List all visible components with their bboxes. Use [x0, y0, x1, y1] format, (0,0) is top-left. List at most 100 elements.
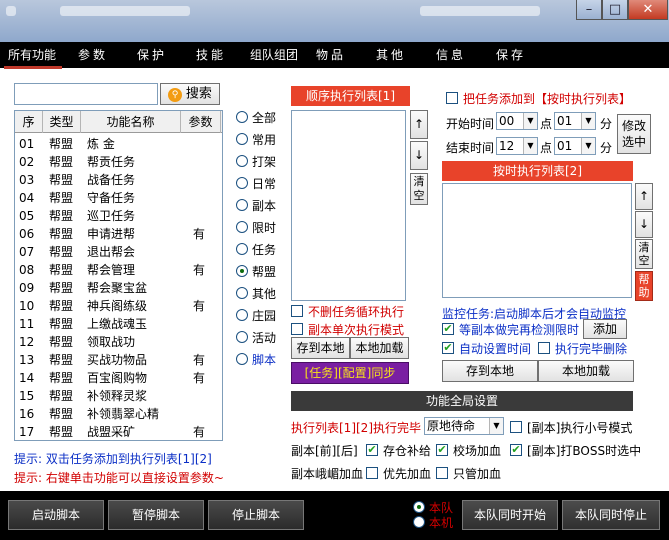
tab-protect[interactable]: 保护	[137, 42, 167, 68]
sync-button[interactable]: [任务][配置]同步	[291, 362, 409, 384]
tab-skills[interactable]: 技能	[196, 42, 226, 68]
table-row[interactable]: 06 帮盟 申请进帮 有	[15, 225, 222, 243]
maximize-button[interactable]: □	[602, 0, 628, 20]
search-button[interactable]: ⚲ 搜索	[160, 83, 220, 105]
team-start-button[interactable]: 本队同时开始	[462, 500, 558, 530]
table-row[interactable]: 03 帮盟 战备任务	[15, 171, 222, 189]
checkbox-priority-boost[interactable]	[366, 467, 378, 479]
cell-name: 帮会管理	[87, 263, 136, 277]
start-minute-value: 01	[557, 114, 573, 128]
checkbox-delete-done[interactable]	[538, 342, 550, 354]
team-stop-button[interactable]: 本队同时停止	[562, 500, 660, 530]
table-row[interactable]: 12 帮盟 领取战功	[15, 333, 222, 351]
table-row[interactable]: 15 帮盟 补领释灵浆	[15, 387, 222, 405]
checkbox-boss-select[interactable]: ✔	[510, 444, 522, 456]
seq-clear-button[interactable]: 清空	[410, 173, 428, 205]
checkbox-auto-time[interactable]: ✔	[442, 342, 454, 354]
category-radio[interactable]	[236, 287, 248, 299]
table-row[interactable]: 14 帮盟 百宝阁购物 有	[15, 369, 222, 387]
table-row[interactable]: 02 帮盟 帮贡任务	[15, 153, 222, 171]
checkbox-small-mode[interactable]	[510, 421, 522, 433]
checkbox-warehouse[interactable]: ✔	[366, 444, 378, 456]
checkbox-single[interactable]	[291, 323, 303, 335]
timed-save-button[interactable]: 存到本地	[442, 360, 538, 382]
category-radio[interactable]	[236, 331, 248, 343]
seq-move-down-button[interactable]: ↓	[410, 141, 428, 170]
category-radio[interactable]	[236, 111, 248, 123]
cell-param	[193, 387, 221, 405]
cell-type: 帮盟	[49, 353, 74, 367]
checkbox-wait-dungeon[interactable]: ✔	[442, 323, 454, 335]
tab-team[interactable]: 组队组团	[250, 42, 298, 68]
cell-param: 有	[193, 371, 206, 385]
category-radio[interactable]	[236, 133, 248, 145]
start-script-button[interactable]: 启动脚本	[8, 500, 104, 530]
cell-type: 帮盟	[49, 335, 74, 349]
table-row[interactable]: 13 帮盟 买战功物品 有	[15, 351, 222, 369]
seq-list-box[interactable]	[291, 110, 406, 301]
timed-move-up-button[interactable]: ↑	[635, 183, 653, 210]
stop-script-button[interactable]: 停止脚本	[208, 500, 304, 530]
category-radio[interactable]	[236, 243, 248, 255]
add-monitor-button[interactable]: 添加	[583, 319, 627, 339]
start-minute-select[interactable]: 01 ▼	[554, 112, 596, 130]
start-hour-select[interactable]: 00 ▼	[496, 112, 538, 130]
table-row[interactable]: 07 帮盟 退出帮会	[15, 243, 222, 261]
tab-items[interactable]: 物品	[316, 42, 346, 68]
tab-info[interactable]: 信息	[436, 42, 466, 68]
col-header-param: 参数	[181, 111, 221, 133]
timed-move-down-button[interactable]: ↓	[635, 211, 653, 238]
tab-all-functions[interactable]: 所有功能	[8, 42, 56, 68]
table-row[interactable]: 01 帮盟炼 金	[15, 135, 222, 153]
table-row[interactable]: 16 帮盟 补领翡翠心精	[15, 405, 222, 423]
minimize-button[interactable]: –	[576, 0, 602, 20]
radio-team[interactable]	[413, 501, 425, 513]
cell-name: 领取战功	[87, 335, 136, 349]
category-label: 任务	[252, 243, 277, 257]
category-radio[interactable]	[236, 177, 248, 189]
seq-save-button[interactable]: 存到本地	[291, 337, 350, 359]
category-radio[interactable]	[236, 309, 248, 321]
table-row[interactable]: 10 帮盟 神兵阁练级 有	[15, 297, 222, 315]
category-radio[interactable]	[236, 353, 248, 365]
table-row[interactable]: 17 帮盟 战盟采矿 有	[15, 423, 222, 440]
checkbox-loop[interactable]	[291, 305, 303, 317]
table-row[interactable]: 04 帮盟 守备任务	[15, 189, 222, 207]
category-radio[interactable]	[236, 221, 248, 233]
table-row[interactable]: 08 帮盟 帮会管理 有	[15, 261, 222, 279]
table-row[interactable]: 09 帮盟 帮会聚宝盆	[15, 279, 222, 297]
category-radio[interactable]	[236, 265, 248, 277]
timed-clear-button[interactable]: 清空	[635, 239, 653, 269]
checkbox-field-boost[interactable]: ✔	[436, 444, 448, 456]
close-button[interactable]: ✕	[628, 0, 668, 20]
pause-script-button[interactable]: 暂停脚本	[108, 500, 204, 530]
cell-type: 帮盟	[49, 263, 74, 277]
category-radio[interactable]	[236, 155, 248, 167]
tab-other[interactable]: 其他	[376, 42, 406, 68]
timed-load-button[interactable]: 本地加载	[538, 360, 634, 382]
chevron-down-icon: ▼	[581, 138, 595, 154]
end-minute-select[interactable]: 01 ▼	[554, 137, 596, 155]
cell-param	[193, 207, 221, 225]
delete-done-label: 执行完毕删除	[555, 342, 628, 356]
modify-selected-button[interactable]: 修改选中	[617, 114, 651, 154]
timed-list-box[interactable]	[442, 183, 632, 298]
checkbox-timed-add[interactable]	[446, 92, 458, 104]
checkbox-only-boost[interactable]	[436, 467, 448, 479]
end-hour-select[interactable]: 12 ▼	[496, 137, 538, 155]
start-time-label: 开始时间	[446, 117, 495, 131]
help-button[interactable]: 帮助	[635, 271, 653, 301]
table-row[interactable]: 05 帮盟 巡卫任务	[15, 207, 222, 225]
tab-save[interactable]: 保存	[496, 42, 526, 68]
only-boost-label: 只管加血	[453, 467, 502, 481]
seq-move-up-button[interactable]: ↑	[410, 110, 428, 139]
cell-param: 有	[193, 263, 206, 277]
exec-done-select[interactable]: 原地待命 ▼	[424, 417, 504, 435]
radio-machine[interactable]	[413, 516, 425, 528]
function-table[interactable]: 序 类型 功能名称 参数 01 帮盟炼 金 02 帮盟 帮贡任务 03 帮盟 战备任务 04 帮盟…	[14, 110, 223, 441]
table-row[interactable]: 11 帮盟 上缴战魂玉	[15, 315, 222, 333]
tab-params[interactable]: 参数	[78, 42, 108, 68]
search-input[interactable]	[14, 83, 158, 105]
category-radio[interactable]	[236, 199, 248, 211]
seq-load-button[interactable]: 本地加载	[350, 337, 409, 359]
